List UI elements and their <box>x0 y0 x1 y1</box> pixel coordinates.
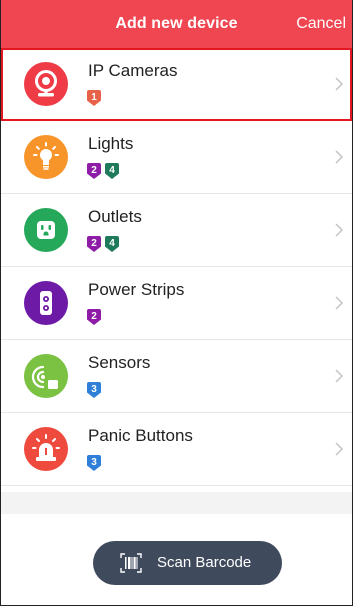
scan-barcode-label: Scan Barcode <box>157 554 252 571</box>
device-item-label: Panic Buttons <box>88 426 193 445</box>
shield-badge: 2 <box>87 236 101 252</box>
power-strip-icon <box>24 281 68 325</box>
device-item-badges: 3 <box>87 382 101 398</box>
device-item-label: Outlets <box>88 207 142 226</box>
lightbulb-icon <box>24 135 68 179</box>
shield-badge: 2 <box>87 309 101 325</box>
device-item-power-strips[interactable]: Power Strips 2 <box>1 267 352 340</box>
webcam-icon <box>24 62 68 106</box>
barcode-icon <box>120 553 142 573</box>
list-footer-spacer <box>1 492 352 514</box>
chevron-right-icon <box>335 442 344 456</box>
siren-icon <box>24 427 68 471</box>
device-item-badges: 3 <box>87 455 101 471</box>
device-item-label: IP Cameras <box>88 61 178 80</box>
chevron-right-icon <box>335 296 344 310</box>
device-item-ip-cameras[interactable]: IP Cameras 1 <box>1 48 352 121</box>
chevron-right-icon <box>335 77 344 91</box>
nav-header: Add new device Cancel <box>1 0 352 48</box>
device-item-outlets[interactable]: Outlets 2 4 <box>1 194 352 267</box>
device-item-sensors[interactable]: Sensors 3 <box>1 340 352 413</box>
app-frame: Add new device Cancel IP Cameras 1 Light… <box>0 0 353 606</box>
device-item-panic-buttons[interactable]: Panic Buttons 3 <box>1 413 352 486</box>
chevron-right-icon <box>335 223 344 237</box>
device-item-badges: 1 <box>87 90 101 106</box>
shield-badge: 2 <box>87 163 101 179</box>
bottom-bar: Scan Barcode <box>1 514 352 605</box>
cancel-button[interactable]: Cancel <box>296 15 346 33</box>
chevron-right-icon <box>335 369 344 383</box>
device-type-list: IP Cameras 1 Lights 2 4 Outlets 2 4 Powe… <box>1 48 352 486</box>
shield-badge: 1 <box>87 90 101 106</box>
outlet-icon <box>24 208 68 252</box>
shield-badge: 4 <box>105 236 119 252</box>
shield-badge: 3 <box>87 455 101 471</box>
device-item-badges: 2 4 <box>87 236 119 252</box>
device-item-label: Sensors <box>88 353 151 372</box>
device-item-label: Power Strips <box>88 280 185 299</box>
shield-badge: 3 <box>87 382 101 398</box>
device-item-lights[interactable]: Lights 2 4 <box>1 121 352 194</box>
shield-badge: 4 <box>105 163 119 179</box>
device-item-badges: 2 <box>87 309 101 325</box>
device-item-badges: 2 4 <box>87 163 119 179</box>
device-item-label: Lights <box>88 134 134 153</box>
chevron-right-icon <box>335 150 344 164</box>
scan-barcode-button[interactable]: Scan Barcode <box>93 541 282 585</box>
sensor-icon <box>24 354 68 398</box>
